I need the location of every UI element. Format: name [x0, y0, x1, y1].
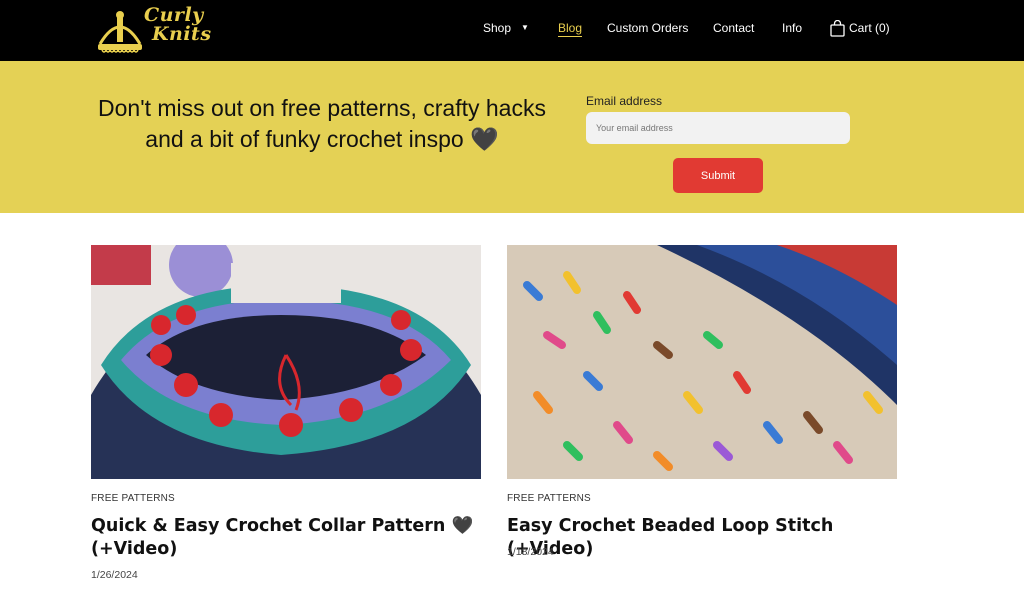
post-thumbnail-collar[interactable] [91, 245, 481, 479]
post-category[interactable]: FREE PATTERNS [91, 493, 175, 504]
post-category[interactable]: FREE PATTERNS [507, 493, 591, 504]
nav-item-blog[interactable]: Blog [558, 21, 583, 37]
newsletter-headline: Don't miss out on free patterns, crafty … [98, 95, 546, 152]
nav-item-info[interactable]: Info [782, 21, 802, 35]
cart-link[interactable]: Cart (0) [849, 21, 890, 35]
chevron-down-icon: ▼ [521, 23, 529, 32]
nav-item-custom-orders[interactable]: Custom Orders [607, 21, 688, 35]
submit-button[interactable]: Submit [673, 158, 763, 193]
post-title[interactable]: Easy Crochet Beaded Loop Stitch (+Video) [507, 515, 897, 561]
nav-item-shop-label: Shop [483, 21, 512, 35]
main-nav: Shop ▼ Blog Custom Orders Contact Info Ca… [0, 20, 1024, 39]
email-input[interactable] [586, 112, 850, 144]
email-label: Email address [586, 94, 663, 108]
post-card[interactable]: FREE PATTERNS Quick & Easy Crochet Colla… [91, 245, 481, 581]
post-date: 1/26/2024 [91, 569, 138, 581]
nav-item-contact[interactable]: Contact [713, 21, 754, 35]
post-date: 1/18/2024 [507, 546, 554, 558]
post-card[interactable]: FREE PATTERNS Easy Crochet Beaded Loop S… [507, 245, 897, 559]
post-thumbnail-beaded-loop[interactable] [507, 245, 897, 479]
site-header: Curly Knits Shop ▼ Blog Custom Orders Con… [0, 0, 1024, 61]
nav-item-shop[interactable]: Shop ▼ [483, 21, 529, 35]
newsletter-signup: Don't miss out on free patterns, crafty … [0, 61, 1024, 213]
shopping-bag-icon[interactable] [830, 20, 845, 37]
post-title[interactable]: Quick & Easy Crochet Collar Pattern 🖤 (+… [91, 515, 481, 561]
